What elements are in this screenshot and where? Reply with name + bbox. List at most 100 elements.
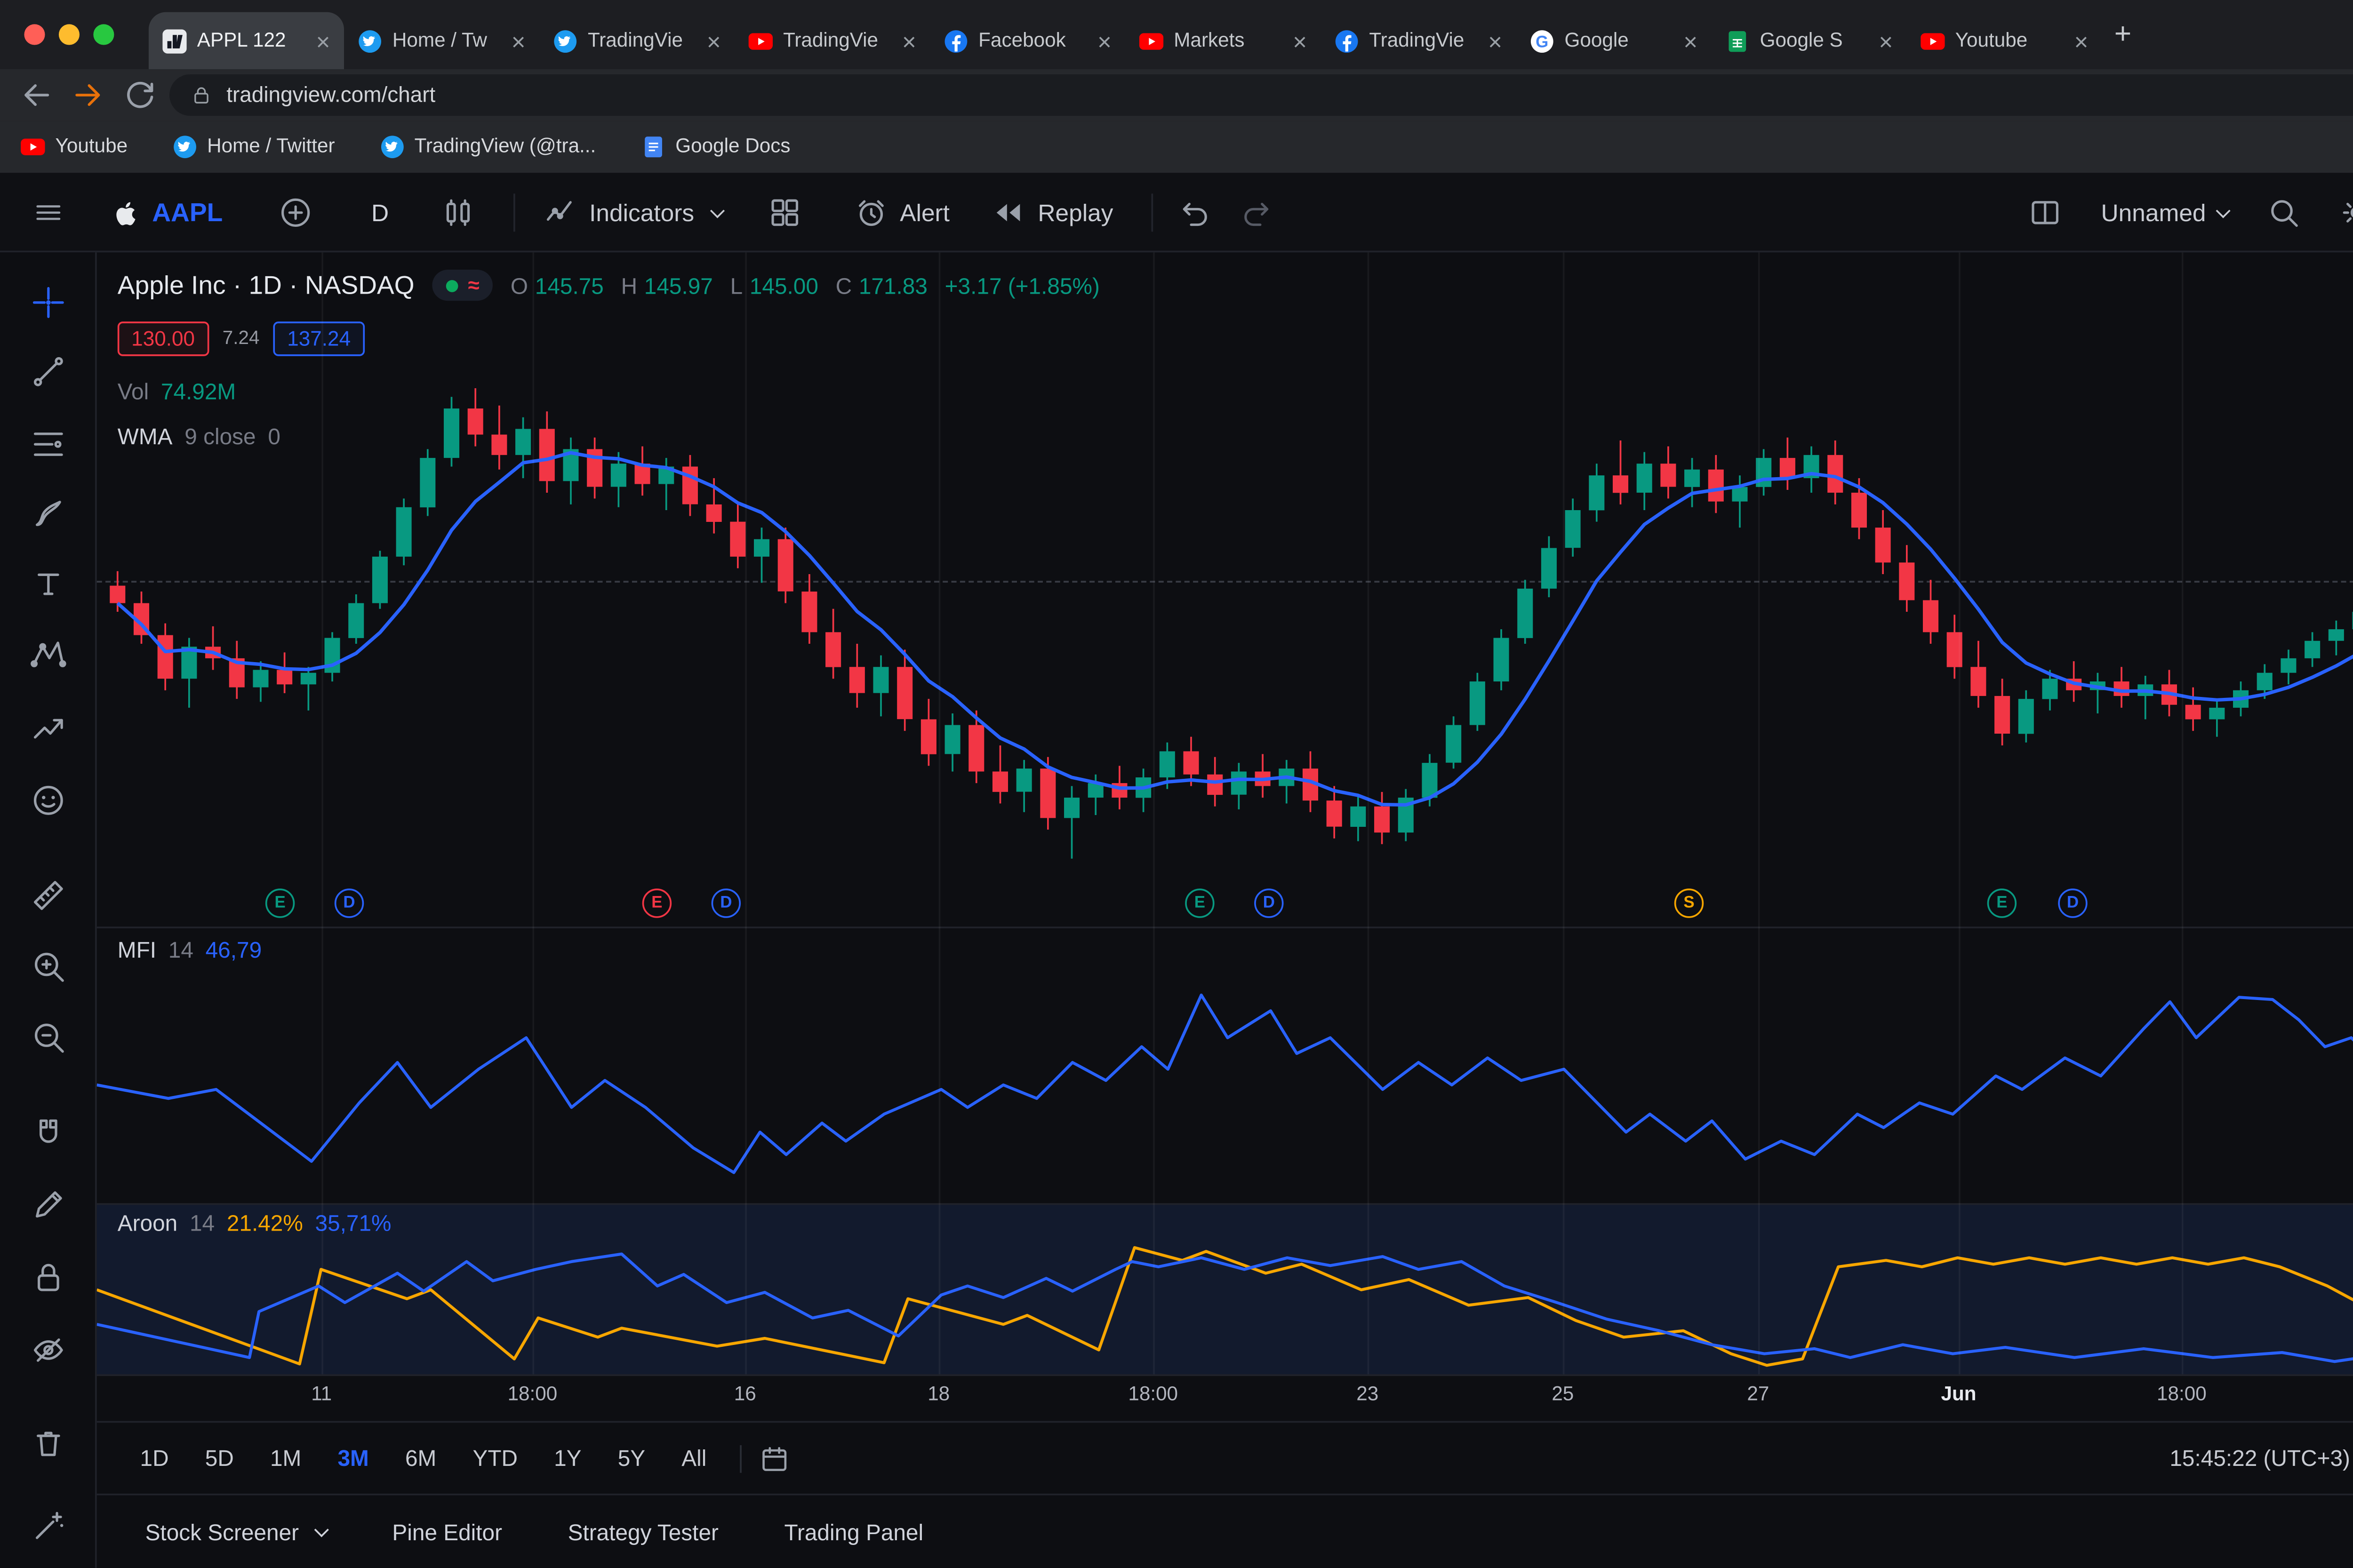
mfi-legend[interactable]: MFI 14 46,79	[118, 937, 262, 963]
time-axis-label[interactable]: 18	[928, 1384, 950, 1405]
price-level-low[interactable]: 130.00	[118, 321, 209, 356]
symbol-search-button[interactable]: AAPL	[97, 198, 237, 227]
bookmark-item[interactable]: Google Docs	[641, 135, 791, 159]
tab-close-icon[interactable]: ×	[1097, 29, 1112, 53]
event-badge-D[interactable]: D	[712, 888, 741, 918]
tab-close-icon[interactable]: ×	[1488, 29, 1502, 53]
event-badge-D[interactable]: D	[1254, 888, 1283, 918]
time-axis-label[interactable]: 18:00	[2157, 1384, 2207, 1405]
redo-button[interactable]	[1240, 195, 1274, 230]
address-bar[interactable]: tradingview.com/chart	[169, 74, 2353, 116]
range-button-1y[interactable]: 1Y	[538, 1438, 597, 1478]
tab-close-icon[interactable]: ×	[1879, 29, 1893, 53]
aroon-legend[interactable]: Aroon 14 21.42% 35,71%	[118, 1210, 392, 1236]
draw-tool[interactable]	[29, 1186, 67, 1224]
indicators-button[interactable]: Indicators	[543, 195, 722, 230]
lock-tool[interactable]	[29, 1258, 67, 1296]
bookmark-item[interactable]: TradingView (@tra...	[380, 135, 596, 159]
browser-tab[interactable]: TradingVie×	[1321, 12, 1516, 69]
forecast-tool[interactable]	[29, 709, 67, 747]
browser-tab[interactable]: GGoogle×	[1516, 12, 1712, 69]
time-axis-label[interactable]: 27	[1747, 1384, 1769, 1405]
trend-line-tool[interactable]	[29, 352, 67, 391]
browser-tab[interactable]: TradingVie×	[735, 12, 930, 69]
bookmark-item[interactable]: Home / Twitter	[173, 135, 335, 159]
mfi-chart-canvas[interactable]	[97, 928, 2353, 1201]
price-chart-canvas[interactable]	[97, 252, 2353, 925]
browser-tab[interactable]: TradingVie×	[539, 12, 735, 69]
range-button-1m[interactable]: 1M	[255, 1438, 317, 1478]
tab-close-icon[interactable]: ×	[316, 29, 330, 53]
tab-close-icon[interactable]: ×	[512, 29, 526, 53]
time-axis-label[interactable]: 23	[1356, 1384, 1378, 1405]
search-icon[interactable]	[2266, 195, 2301, 230]
aroon-chart-canvas[interactable]	[97, 1205, 2353, 1374]
bookmark-item[interactable]: Youtube	[21, 135, 128, 159]
footer-tab-stock-screener[interactable]: Stock Screener	[145, 1519, 327, 1544]
clock[interactable]: 15:45:22 (UTC+3)	[2169, 1445, 2350, 1471]
event-badge-E[interactable]: E	[1987, 888, 2017, 918]
time-axis-label[interactable]: 16	[734, 1384, 756, 1405]
chart-type-button[interactable]	[440, 195, 475, 230]
tab-close-icon[interactable]: ×	[1683, 29, 1697, 53]
footer-tab-pine-editor[interactable]: Pine Editor	[392, 1519, 502, 1544]
replay-button[interactable]: Replay	[991, 195, 1113, 230]
range-button-6m[interactable]: 6M	[390, 1438, 452, 1478]
event-badge-E[interactable]: E	[1185, 888, 1214, 918]
range-button-3m[interactable]: 3M	[322, 1438, 384, 1478]
interval-button[interactable]: D	[365, 199, 396, 226]
go-to-date-icon[interactable]	[759, 1443, 790, 1474]
gear-icon[interactable]	[2339, 195, 2353, 230]
browser-tab[interactable]: Google S×	[1712, 12, 1907, 69]
new-tab-button[interactable]: +	[2105, 17, 2140, 52]
browser-tab[interactable]: Facebook×	[930, 12, 1125, 69]
time-axis-label[interactable]: Jun	[1941, 1384, 1976, 1405]
tab-close-icon[interactable]: ×	[1293, 29, 1307, 53]
price-level-high[interactable]: 137.24	[273, 321, 365, 356]
window-close-button[interactable]	[24, 24, 45, 45]
back-button[interactable]	[17, 76, 56, 114]
wand-tool[interactable]	[29, 1507, 67, 1545]
crosshair-tool[interactable]	[29, 283, 67, 321]
window-zoom-button[interactable]	[93, 24, 114, 45]
event-badge-S[interactable]: S	[1674, 888, 1704, 918]
emoji-tool[interactable]	[29, 781, 67, 819]
main-menu-button[interactable]	[0, 197, 97, 228]
measure-tool[interactable]	[29, 876, 67, 914]
hide-tool[interactable]	[29, 1331, 67, 1369]
symbol-legend[interactable]: Apple Inc · 1D · NASDAQ ≈ O145.75 H145.9…	[118, 270, 1100, 301]
footer-tab-trading-panel[interactable]: Trading Panel	[784, 1519, 924, 1544]
window-minimize-button[interactable]	[59, 24, 80, 45]
xabcd-pattern-tool[interactable]	[29, 636, 67, 674]
layout-name-button[interactable]: Unnamed	[2101, 199, 2229, 226]
event-badge-E[interactable]: E	[642, 888, 672, 918]
legend-title[interactable]: Apple Inc · 1D · NASDAQ	[118, 271, 415, 300]
alert-button[interactable]: Alert	[853, 195, 950, 230]
browser-tab[interactable]: Markets×	[1125, 12, 1321, 69]
undo-button[interactable]	[1177, 195, 1211, 230]
tab-close-icon[interactable]: ×	[902, 29, 916, 53]
tab-close-icon[interactable]: ×	[707, 29, 721, 53]
fib-retracement-tool[interactable]	[29, 425, 67, 464]
event-badge-D[interactable]: D	[2058, 888, 2087, 918]
time-axis-label[interactable]: 11	[311, 1384, 332, 1405]
reload-button[interactable]	[121, 76, 159, 114]
time-axis-label[interactable]: 25	[1552, 1384, 1574, 1405]
footer-tab-strategy-tester[interactable]: Strategy Tester	[568, 1519, 719, 1544]
grid-layout-button[interactable]	[767, 195, 801, 230]
volume-legend[interactable]: Vol 74.92M	[118, 378, 236, 404]
range-button-ytd[interactable]: YTD	[457, 1438, 533, 1478]
tab-close-icon[interactable]: ×	[2074, 29, 2088, 53]
browser-tab[interactable]: Home / Tw×	[344, 12, 539, 69]
browser-tab[interactable]: APPL 122×	[149, 12, 344, 69]
range-button-5d[interactable]: 5D	[190, 1438, 249, 1478]
brush-tool[interactable]	[29, 495, 67, 533]
zoom-in-tool[interactable]	[29, 947, 67, 985]
range-button-5y[interactable]: 5Y	[602, 1438, 661, 1478]
wma-legend[interactable]: WMA 9 close 0	[118, 424, 280, 449]
event-badge-D[interactable]: D	[335, 888, 364, 918]
layout-panes-icon[interactable]	[2028, 195, 2063, 230]
time-axis-label[interactable]: 18:00	[508, 1384, 558, 1405]
browser-tab[interactable]: Youtube×	[1907, 12, 2102, 69]
time-axis-label[interactable]: 18:00	[1128, 1384, 1178, 1405]
